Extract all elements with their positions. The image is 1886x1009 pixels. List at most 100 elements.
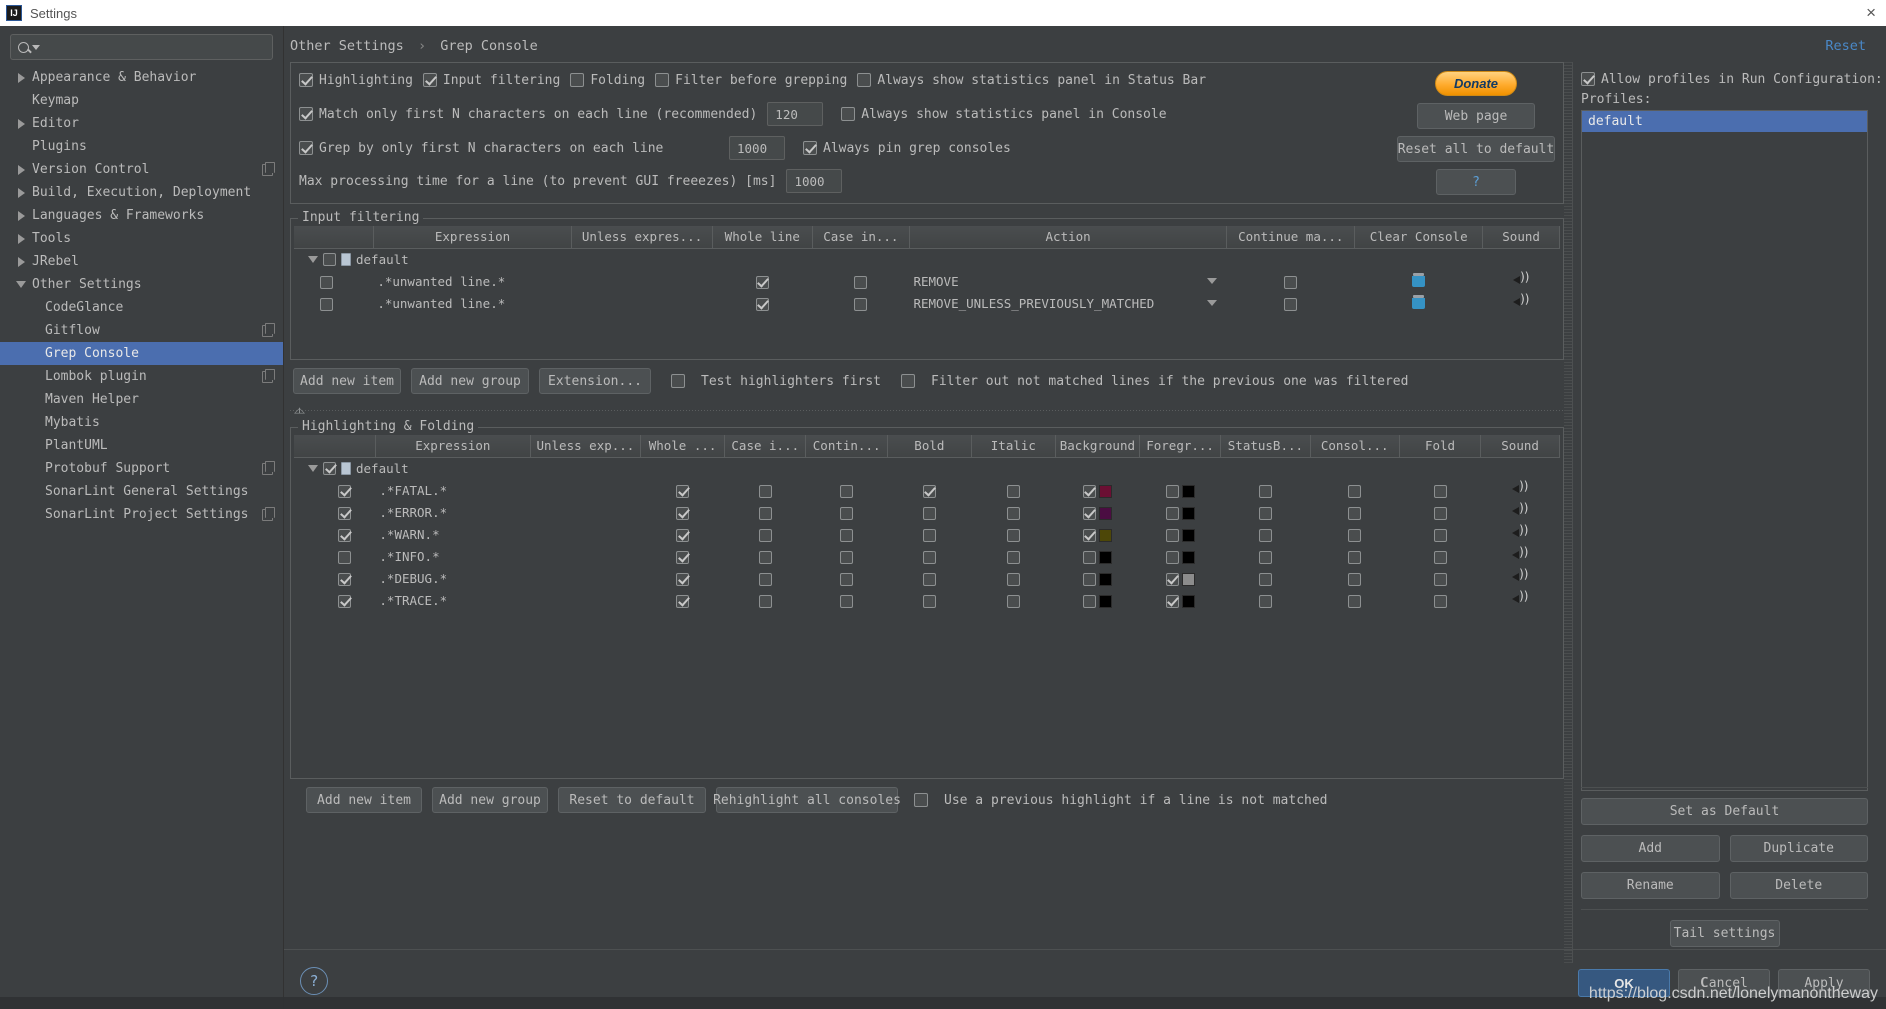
table-row[interactable]: .*WARN.* — [294, 523, 1560, 545]
cancel-button[interactable]: C Cancel — [1678, 969, 1770, 997]
foreground-color-swatch[interactable] — [1181, 506, 1195, 520]
background-checkbox[interactable] — [1082, 594, 1096, 608]
status-bar-checkbox[interactable] — [1258, 550, 1272, 564]
foreground-color-swatch[interactable] — [1181, 484, 1195, 498]
column-header[interactable]: Whole line — [712, 226, 813, 249]
row-enable-checkbox[interactable] — [338, 528, 351, 542]
tail-settings-button[interactable]: Tail settings — [1669, 920, 1780, 947]
whole-line-checkbox[interactable] — [676, 484, 690, 498]
italic-checkbox[interactable] — [1006, 594, 1020, 608]
expression-cell[interactable]: .*FATAL.* — [375, 479, 530, 501]
case-insensitive-checkbox[interactable] — [758, 594, 772, 608]
expression-cell[interactable]: .*TRACE.* — [375, 589, 530, 611]
background-cell[interactable] — [1055, 589, 1139, 611]
hl-add-new-group-button[interactable]: Add new group — [432, 787, 548, 813]
bold-checkbox[interactable] — [922, 594, 936, 608]
chevron-down-icon[interactable] — [32, 44, 40, 50]
foreground-color-swatch[interactable] — [1181, 572, 1195, 586]
bold-checkbox[interactable] — [922, 550, 936, 564]
row-enable-checkbox[interactable] — [320, 275, 333, 289]
chevron-right-icon[interactable] — [14, 72, 28, 83]
chevron-right-icon[interactable] — [14, 233, 28, 244]
chevron-down-icon[interactable] — [308, 255, 318, 263]
whole-line-checkbox[interactable] — [676, 506, 690, 520]
column-header[interactable]: Clear Console — [1354, 226, 1484, 249]
filter-out-not-matched-checkbox[interactable] — [901, 374, 916, 388]
italic-checkbox[interactable] — [1006, 572, 1020, 586]
splitter-handle-icon[interactable]: ◿◺ — [294, 406, 305, 416]
rehighlight-all-consoles-button[interactable]: Rehighlight all consoles — [713, 787, 901, 813]
italic-checkbox[interactable] — [1006, 528, 1020, 542]
expression-cell[interactable]: .*ERROR.* — [375, 501, 530, 523]
sidebar-item-grep-console[interactable]: Grep Console — [0, 342, 283, 365]
column-header[interactable]: Unless expres... — [571, 226, 713, 249]
column-header[interactable]: Expression — [375, 435, 531, 458]
expression-cell[interactable]: .*unwanted line.* — [373, 292, 571, 314]
status-bar-checkbox[interactable] — [1258, 594, 1272, 608]
column-header[interactable]: Italic — [971, 435, 1056, 458]
background-color-swatch[interactable] — [1098, 572, 1112, 586]
sidebar-item-codeglance[interactable]: CodeGlance — [0, 296, 283, 319]
sidebar-item-tools[interactable]: Tools — [0, 227, 283, 250]
rename-profile-button[interactable]: Rename — [1581, 872, 1720, 899]
foreground-checkbox[interactable] — [1165, 550, 1179, 564]
whole-line-checkbox[interactable] — [676, 594, 690, 608]
case-insensitive-checkbox[interactable] — [758, 528, 772, 542]
column-header[interactable] — [294, 435, 376, 458]
background-color-swatch[interactable] — [1098, 550, 1112, 564]
bold-checkbox[interactable] — [922, 572, 936, 586]
fold-checkbox[interactable] — [1433, 506, 1447, 520]
background-color-swatch[interactable] — [1098, 594, 1112, 608]
foreground-checkbox[interactable] — [1165, 484, 1179, 498]
speaker-icon[interactable] — [1512, 479, 1528, 495]
donate-button[interactable]: Donate — [1434, 71, 1518, 96]
background-checkbox[interactable] — [1082, 550, 1096, 564]
sound-cell[interactable] — [1481, 523, 1560, 545]
foreground-color-swatch[interactable] — [1181, 528, 1195, 542]
action-cell[interactable]: REMOVE_UNLESS_PREVIOUSLY_MATCHED — [909, 292, 1226, 314]
reset-all-to-default-button[interactable]: Reset all to default — [1397, 136, 1555, 162]
foreground-checkbox[interactable] — [1165, 594, 1179, 608]
row-enable-checkbox[interactable] — [338, 572, 351, 586]
continue-matching-checkbox[interactable] — [1284, 275, 1298, 289]
column-header[interactable]: Unless exp... — [530, 435, 642, 458]
column-header[interactable]: Bold — [887, 435, 972, 458]
sidebar-item-protobuf-support[interactable]: Protobuf Support — [0, 457, 283, 480]
row-enable-checkbox[interactable] — [338, 484, 351, 498]
continue-matching-checkbox[interactable] — [840, 528, 854, 542]
background-cell[interactable] — [1055, 501, 1139, 523]
italic-checkbox[interactable] — [1006, 550, 1020, 564]
foreground-checkbox[interactable] — [1165, 572, 1179, 586]
hl-reset-to-default-button[interactable]: Reset to default — [558, 787, 706, 813]
speaker-icon[interactable] — [1512, 501, 1528, 517]
column-header[interactable]: Whole ... — [640, 435, 726, 458]
column-header[interactable]: Contin... — [805, 435, 888, 458]
profile-list-item[interactable]: default — [1582, 111, 1867, 132]
case-insensitive-checkbox[interactable] — [758, 506, 772, 520]
background-color-swatch[interactable] — [1098, 528, 1112, 542]
panel-scrollbar[interactable] — [1564, 62, 1572, 963]
console-checkbox[interactable] — [1348, 528, 1362, 542]
group-enable-checkbox[interactable] — [323, 461, 336, 475]
chevron-right-icon[interactable] — [14, 210, 28, 221]
add-profile-button[interactable]: Add — [1581, 835, 1720, 862]
delete-profile-button[interactable]: Delete — [1729, 872, 1868, 899]
case-insensitive-checkbox[interactable] — [758, 550, 772, 564]
background-checkbox[interactable] — [1082, 506, 1096, 520]
status-bar-checkbox[interactable] — [1258, 484, 1272, 498]
foreground-color-swatch[interactable] — [1181, 550, 1195, 564]
expression-cell[interactable]: .*unwanted line.* — [373, 270, 571, 292]
foreground-color-swatch[interactable] — [1181, 594, 1195, 608]
speaker-icon[interactable] — [1512, 589, 1528, 605]
column-header[interactable]: Continue ma... — [1226, 226, 1356, 249]
set-as-default-button[interactable]: Set as Default — [1581, 798, 1868, 825]
foreground-cell[interactable] — [1139, 545, 1220, 567]
table-row[interactable]: .*unwanted line.* REMOVE — [294, 270, 1560, 292]
row-enable-checkbox[interactable] — [338, 550, 351, 564]
sidebar-item-sonarlint-project-settings[interactable]: SonarLint Project Settings — [0, 503, 283, 526]
hl-add-new-item-button[interactable]: Add new item — [306, 787, 422, 813]
sidebar-item-jrebel[interactable]: JRebel — [0, 250, 283, 273]
sound-cell[interactable] — [1481, 589, 1560, 611]
bold-checkbox[interactable] — [922, 506, 936, 520]
console-checkbox[interactable] — [1348, 594, 1362, 608]
